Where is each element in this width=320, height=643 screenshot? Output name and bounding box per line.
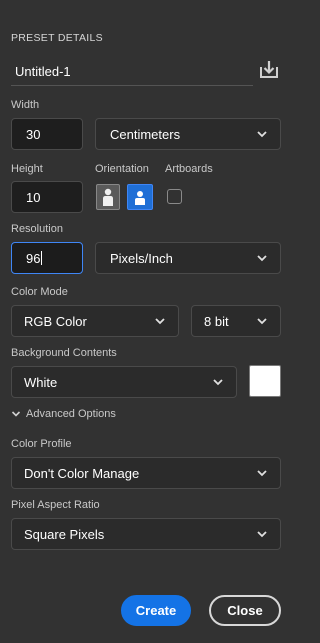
background-select[interactable]: White [11,366,237,398]
preset-name-value: Untitled-1 [15,64,71,79]
orientation-portrait-button[interactable] [96,184,120,210]
width-value: 30 [26,126,41,142]
chevron-down-icon [11,411,21,417]
height-value: 10 [26,189,41,205]
color-profile-value: Don't Color Manage [24,465,140,481]
portrait-person-icon [103,188,113,206]
artboards-checkbox[interactable] [167,189,182,204]
landscape-person-icon [135,191,145,205]
chevron-down-icon [210,374,226,390]
height-label: Height [11,163,43,175]
bit-depth-select[interactable]: 8 bit [191,305,281,337]
bit-depth-value: 8 bit [204,313,229,329]
resolution-label: Resolution [11,223,63,235]
chevron-down-icon [254,126,270,142]
chevron-down-icon [152,313,168,329]
pixel-aspect-select[interactable]: Square Pixels [11,518,281,550]
artboards-label: Artboards [165,163,213,175]
preset-name-field[interactable]: Untitled-1 [11,58,253,86]
chevron-down-icon [254,250,270,266]
width-input[interactable]: 30 [11,118,83,150]
color-mode-select[interactable]: RGB Color [11,305,179,337]
resolution-value: 96 [26,250,41,266]
advanced-options-label: Advanced Options [26,408,116,420]
chevron-down-icon [254,465,270,481]
width-label: Width [11,99,40,111]
color-profile-label: Color Profile [11,438,72,450]
advanced-options-toggle[interactable]: Advanced Options [11,408,116,420]
color-mode-label: Color Mode [11,286,68,298]
pixel-aspect-label: Pixel Aspect Ratio [11,499,100,511]
height-input[interactable]: 10 [11,181,83,213]
save-preset-icon[interactable] [258,58,280,80]
text-caret [41,251,43,265]
width-unit-select[interactable]: Centimeters [95,118,281,150]
chevron-down-icon [254,313,270,329]
color-profile-select[interactable]: Don't Color Manage [11,457,281,489]
resolution-unit-select[interactable]: Pixels/Inch [95,242,281,274]
width-unit-value: Centimeters [110,126,181,142]
preset-details-panel: PRESET DETAILS Untitled-1 Width 30 Centi… [0,0,302,643]
orientation-label: Orientation [95,163,149,175]
section-title: PRESET DETAILS [11,32,103,44]
pixel-aspect-value: Square Pixels [24,526,105,542]
background-color-swatch[interactable] [249,365,281,397]
background-label: Background Contents [11,347,117,359]
resolution-input[interactable]: 96 [11,242,83,274]
orientation-landscape-button[interactable] [127,184,153,210]
resolution-unit-value: Pixels/Inch [110,250,173,266]
color-mode-value: RGB Color [24,313,87,329]
chevron-down-icon [254,526,270,542]
close-button[interactable]: Close [209,595,281,626]
background-value: White [24,374,58,390]
create-button[interactable]: Create [121,595,191,626]
